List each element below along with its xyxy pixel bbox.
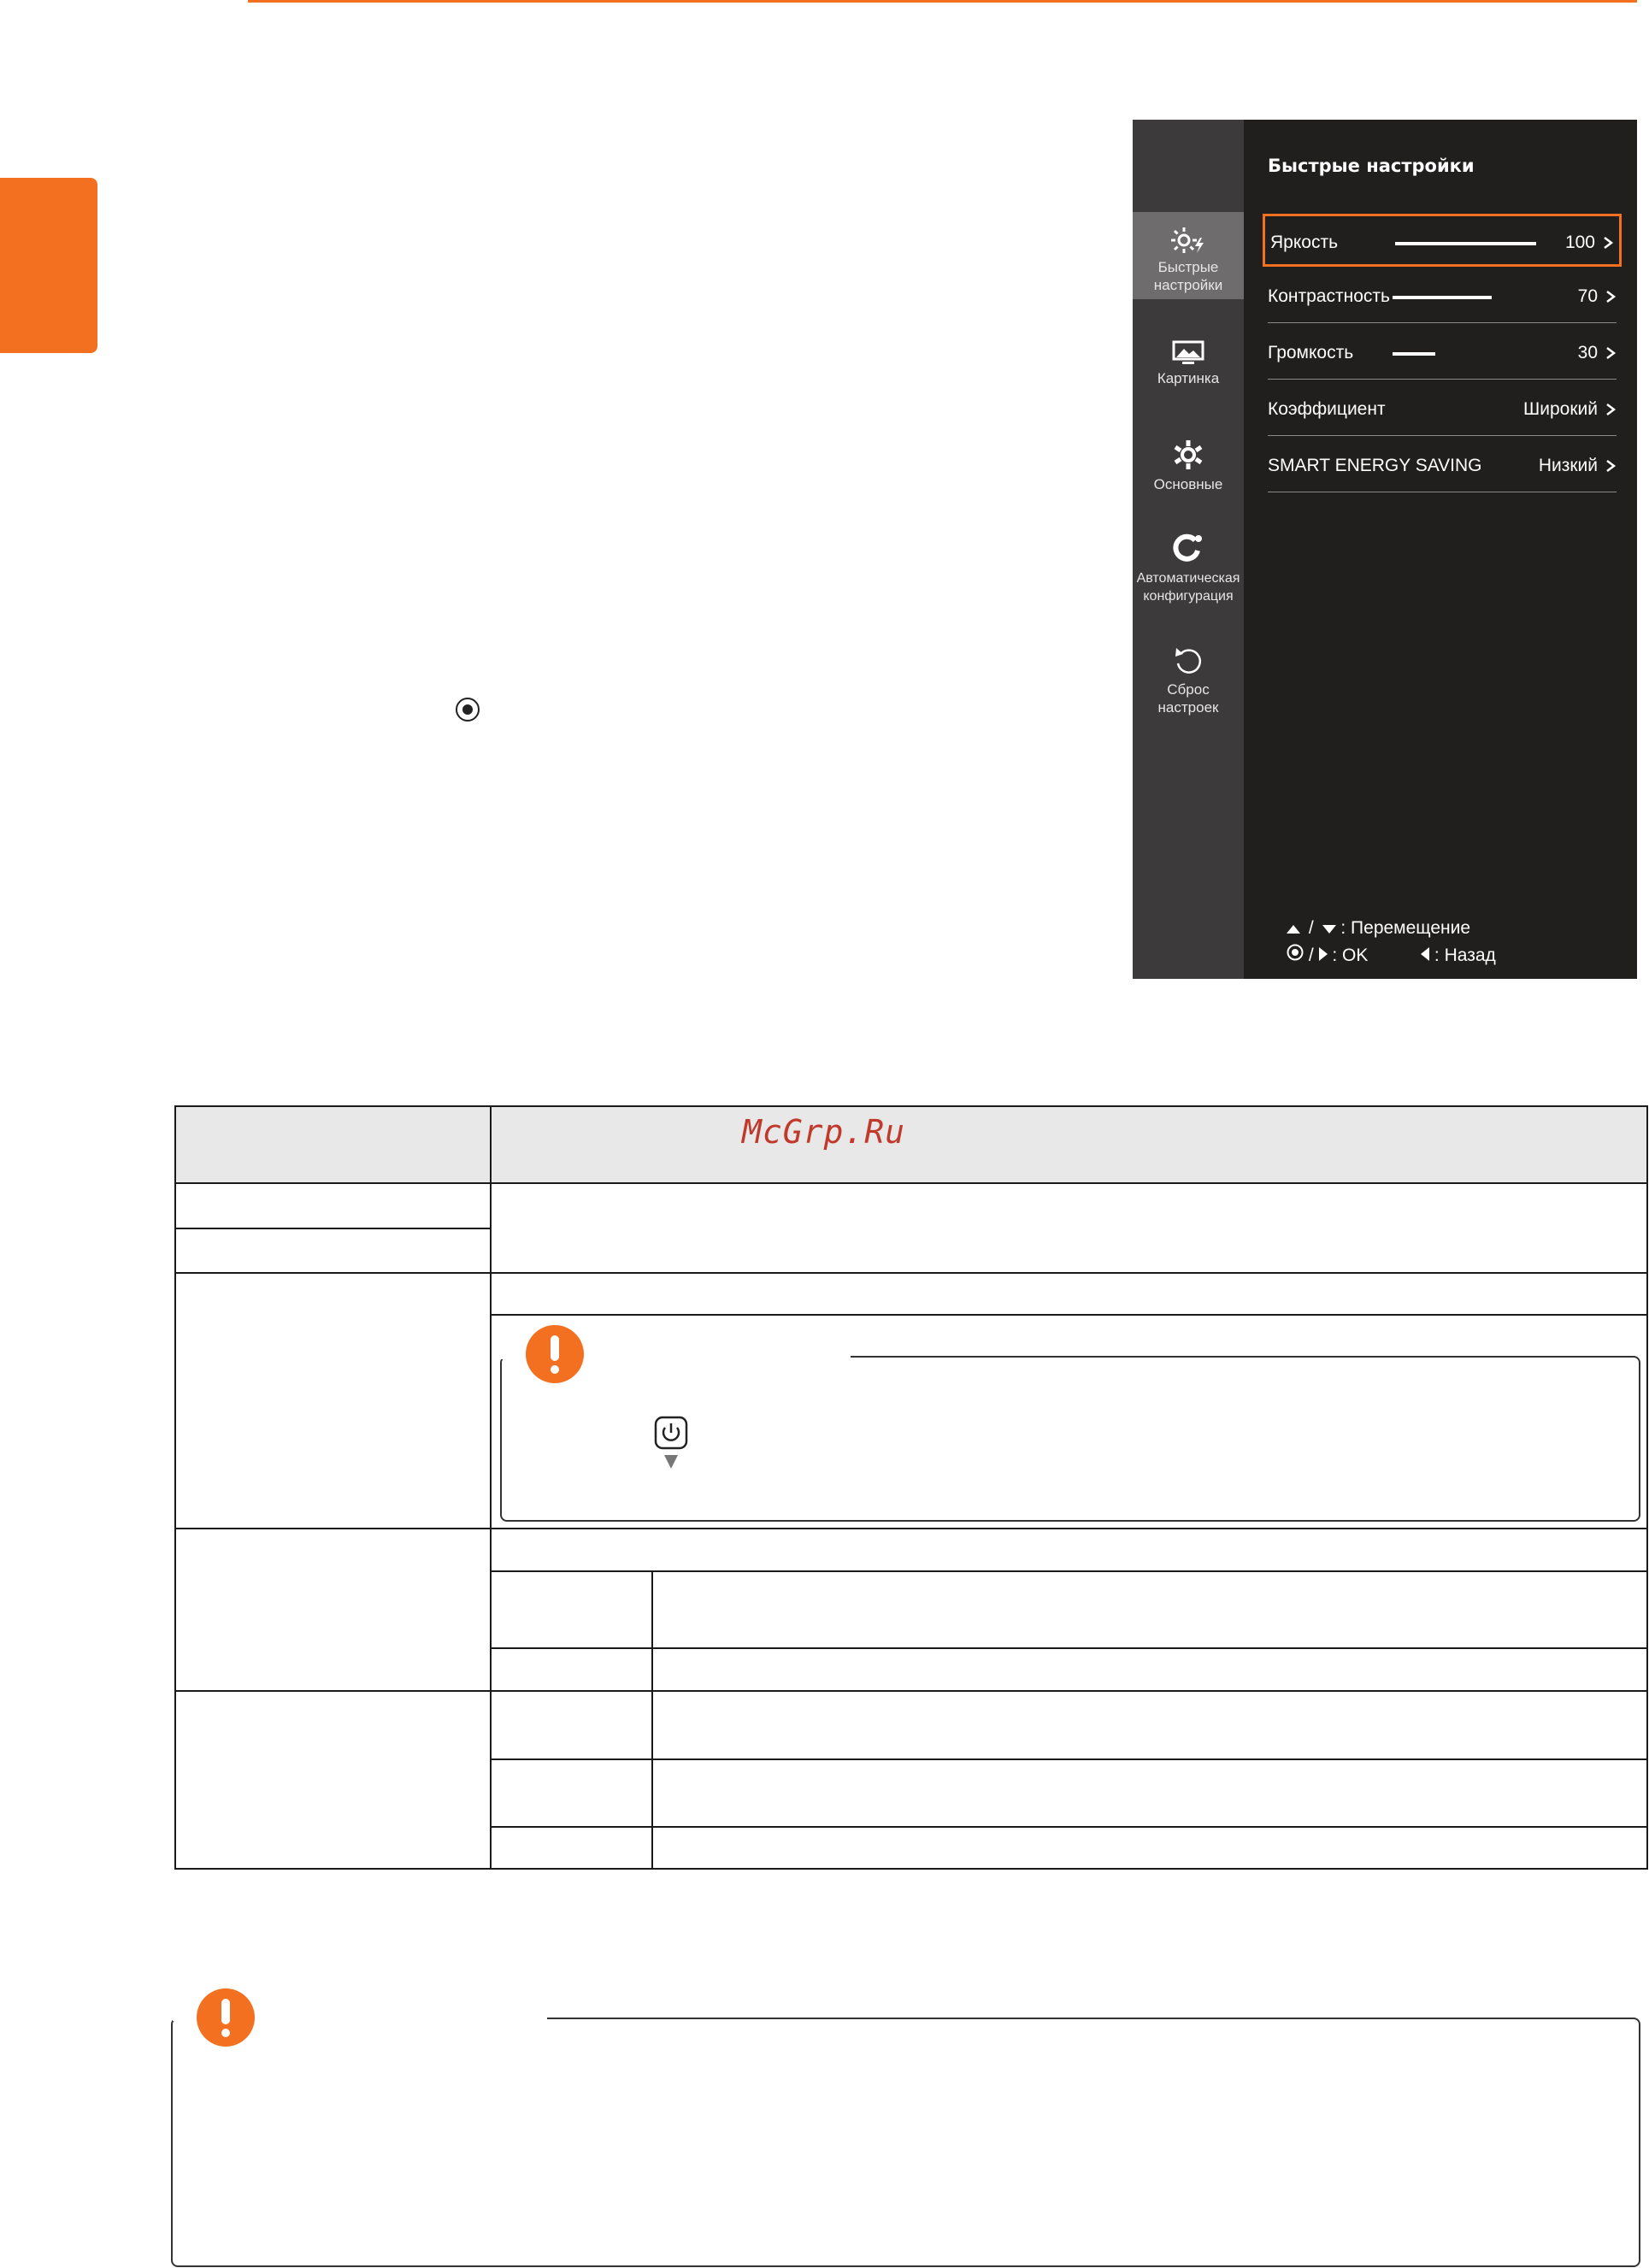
separator [1268,322,1617,323]
osd-item-value: 100 [1564,233,1595,252]
ok-button-icon [1287,944,1304,961]
osd-item-value: Низкий [1538,456,1598,475]
osd-item-value: Широкий [1523,399,1598,419]
osd-item-volume[interactable]: Громкость 30 [1263,327,1622,380]
top-rule [248,0,1637,3]
separator [1268,379,1617,380]
chevron-right-icon [1606,347,1617,359]
volume-bar[interactable] [1393,352,1435,356]
chevron-right-icon [1604,237,1614,249]
osd-tab-quick-settings[interactable]: Быстрые настройки [1133,212,1244,299]
osd-help-ok-label: : OK [1332,945,1369,965]
power-button-icon [654,1416,688,1469]
arrow-right-icon [1318,947,1328,961]
osd-tab-label: Картинка [1157,370,1220,386]
quick-settings-icon [1171,227,1204,253]
warning-icon [197,1988,255,2047]
osd-help-back-label: : Назад [1434,945,1496,965]
osd-tab-label: настроек [1157,699,1219,716]
slash: / [1308,918,1314,938]
osd-menu: Быстрые настройки Картинка Основные Авто… [1133,120,1637,979]
osd-item-label: Контрастность [1268,286,1390,306]
chevron-right-icon [1606,404,1617,415]
brightness-bar[interactable] [1395,242,1536,245]
osd-item-value: 30 [1577,343,1598,362]
bottom-note-box [171,2018,1640,2267]
ok-button-icon [456,698,480,722]
osd-tab-reset[interactable]: Сброс настроек [1133,645,1244,716]
osd-item-label: Громкость [1268,343,1354,362]
osd-item-contrast[interactable]: Контрастность 70 [1263,270,1622,323]
reset-icon [1175,648,1202,674]
auto-config-icon [1173,533,1202,562]
osd-tab-label: Основные [1153,476,1223,492]
osd-tab-label: настройки [1153,277,1223,293]
osd-title: Быстрые настройки [1268,156,1475,176]
osd-item-label: Яркость [1270,233,1339,252]
osd-help-ok-back: / : OK : Назад [1287,944,1496,966]
osd-item-brightness[interactable]: Яркость 100 [1263,214,1622,267]
osd-tab-label: Сброс [1167,681,1210,698]
picture-icon [1172,340,1204,364]
table-header [175,1107,1647,1184]
separator [1268,435,1617,436]
osd-sidebar: Быстрые настройки Картинка Основные Авто… [1133,120,1244,979]
osd-item-ratio[interactable]: Коэффициент Широкий [1263,383,1622,436]
osd-item-smart-energy-saving[interactable]: SMART ENERGY SAVING Низкий [1263,439,1622,492]
arrow-left-icon [1421,947,1430,961]
osd-item-value: 70 [1577,286,1598,306]
osd-tab-general[interactable]: Основные [1133,438,1244,493]
osd-tab-auto-config[interactable]: Автоматическая конфигурация [1133,532,1244,605]
osd-tab-label: конфигурация [1143,589,1234,604]
osd-help-move: / : Перемещение [1287,918,1470,939]
warning-icon [526,1325,584,1383]
osd-tab-label: Автоматическая [1136,571,1240,586]
gear-icon [1174,440,1203,469]
arrow-up-icon [1287,925,1300,934]
osd-tab-picture[interactable]: Картинка [1133,340,1244,387]
watermark: McGrp.Ru [742,1113,906,1151]
chevron-right-icon [1606,460,1617,472]
osd-item-label: SMART ENERGY SAVING [1268,456,1482,475]
chevron-right-icon [1606,291,1617,303]
contrast-bar[interactable] [1393,296,1492,299]
osd-item-label: Коэффициент [1268,399,1386,419]
osd-help-move-label: : Перемещение [1340,918,1471,938]
osd-tab-label: Быстрые [1157,259,1219,275]
chapter-tab [0,178,97,353]
arrow-down-icon [1322,925,1336,934]
slash: / [1308,945,1314,965]
